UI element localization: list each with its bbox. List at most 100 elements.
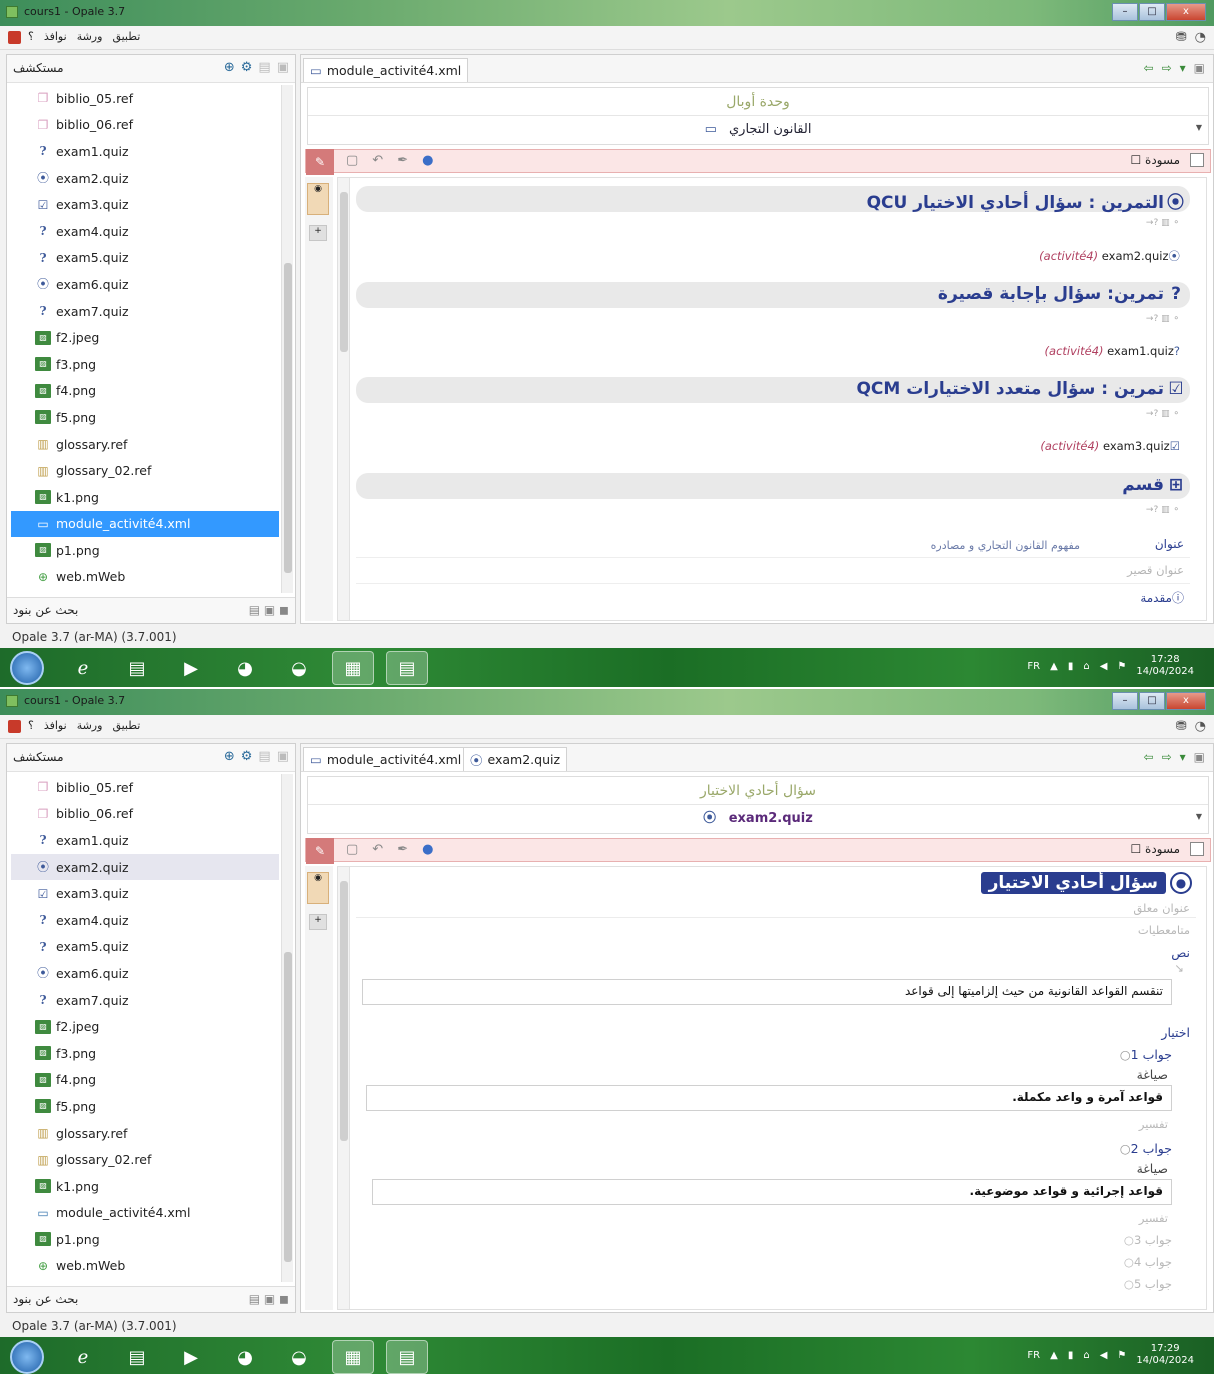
preview-icon[interactable]: ◉ <box>307 872 329 904</box>
word-icon[interactable]: ▤ <box>386 651 428 685</box>
panel-toggle-icon[interactable] <box>1190 842 1204 856</box>
network-icon[interactable]: ⌂ <box>1083 1350 1089 1361</box>
draft-checkbox[interactable]: ☐ مسودة <box>1130 153 1180 167</box>
forward-icon[interactable]: ⇨ <box>1162 61 1172 75</box>
file-item[interactable]: ▨ f3.png <box>11 1040 279 1067</box>
file-item[interactable]: ▥ glossary.ref <box>11 431 279 458</box>
file-item[interactable]: ⊕ web.mWeb <box>11 564 279 591</box>
breadcrumb-dropdown-icon[interactable]: ▼ <box>1196 123 1202 132</box>
answer-1-input[interactable]: قواعد آمرة و واعد مكملة. <box>366 1085 1172 1111</box>
content-scrollbar[interactable] <box>338 178 350 620</box>
question-text-input[interactable]: تنقسم القواعد القانونية من حيث إلزاميتها… <box>362 979 1172 1005</box>
file-item[interactable]: ▭ module_activité4.xml <box>11 1200 279 1227</box>
menu-windows[interactable]: نوافذ <box>44 30 67 43</box>
maximize-button[interactable]: □ <box>1139 692 1165 710</box>
scroll-thumb[interactable] <box>284 263 292 573</box>
breadcrumb-item[interactable]: ▭ القانون التجاري <box>308 116 1208 144</box>
volume-icon[interactable]: ◀ <box>1100 1350 1108 1361</box>
block-reference[interactable]: (activité4) exam1.quiz? <box>1045 344 1180 358</box>
explorer-scrollbar[interactable] <box>281 85 293 593</box>
maximize-button[interactable]: □ <box>1139 3 1165 21</box>
opale-icon[interactable]: ▦ <box>332 1340 374 1374</box>
settings-icon[interactable]: ⚙ <box>241 60 253 75</box>
forward-icon[interactable]: ⇨ <box>1162 750 1172 764</box>
file-item[interactable]: ▨ f3.png <box>11 351 279 378</box>
volume-icon[interactable]: ◀ <box>1100 661 1108 672</box>
file-item[interactable]: ▨ f5.png <box>11 404 279 431</box>
file-item[interactable]: ❐ biblio_05.ref <box>11 774 279 801</box>
exercise-block-header[interactable]: ?تمرين: سؤال بإجابة قصيرة <box>356 282 1190 308</box>
chrome-icon[interactable]: ◕ <box>224 651 266 685</box>
menu-app[interactable]: تطبيق <box>112 719 140 732</box>
close-button[interactable]: x <box>1166 3 1206 21</box>
file-item[interactable]: ▨ k1.png <box>11 1173 279 1200</box>
content-scrollbar[interactable] <box>338 867 350 1309</box>
file-item[interactable]: ⦿ exam2.quiz <box>11 165 279 192</box>
media-icon[interactable]: ▶ <box>170 651 212 685</box>
radio-empty-icon[interactable]: ○ <box>1124 1255 1134 1269</box>
menu-app[interactable]: تطبيق <box>112 30 140 43</box>
status-circle-icon[interactable]: ● <box>422 842 433 857</box>
scroll-thumb[interactable] <box>284 952 292 1262</box>
add-block-icon[interactable]: + <box>309 914 327 930</box>
edit-mode-icon[interactable]: ✎ <box>306 149 334 175</box>
breadcrumb-item[interactable]: ⦿ exam2.quiz <box>308 805 1208 833</box>
collapse-icon[interactable]: ▤ <box>258 749 270 764</box>
file-item[interactable]: ▨ k1.png <box>11 484 279 511</box>
quiz-title[interactable]: سؤال أحادي الاختيار <box>980 872 1166 894</box>
back-icon[interactable]: ⇦ <box>1144 61 1154 75</box>
firefox-icon[interactable]: ◒ <box>278 651 320 685</box>
content-scroll-thumb[interactable] <box>340 881 348 1141</box>
collapse-icon[interactable]: ▤ <box>258 60 270 75</box>
answer-1-explain[interactable]: تفسير <box>1139 1117 1168 1131</box>
status-circle-icon[interactable]: ● <box>422 153 433 168</box>
metadata-field[interactable]: متامعطيات <box>1138 923 1190 937</box>
maximize-editor-icon[interactable]: ▣ <box>1194 61 1205 75</box>
file-item[interactable]: ? exam1.quiz <box>11 827 279 854</box>
draft-checkbox[interactable]: ☐ مسودة <box>1130 842 1180 856</box>
pen-icon[interactable]: ✒ <box>397 153 408 168</box>
tray-expand-icon[interactable]: ▲ <box>1050 1350 1058 1361</box>
help-circle-icon[interactable]: ◔ <box>1195 30 1206 45</box>
file-item[interactable]: ? exam5.quiz <box>11 934 279 961</box>
file-item[interactable]: ? exam7.quiz <box>11 298 279 325</box>
file-item[interactable]: ❐ biblio_06.ref <box>11 801 279 828</box>
text-expand-icon[interactable]: ↘ <box>1174 961 1184 975</box>
start-button[interactable] <box>10 1340 44 1374</box>
file-item[interactable]: ⊕ web.mWeb <box>11 1253 279 1280</box>
start-button[interactable] <box>10 651 44 685</box>
tab-exam2[interactable]: ⦿ exam2.quiz <box>463 747 568 771</box>
maximize-editor-icon[interactable]: ▣ <box>1194 750 1205 764</box>
file-item[interactable]: ❐ biblio_05.ref <box>11 85 279 112</box>
publish-icon[interactable]: ⛃ <box>1176 719 1187 734</box>
block-meta-icon[interactable]: ⚬ ▥ ?→ <box>1146 505 1180 515</box>
file-item[interactable]: ? exam4.quiz <box>11 907 279 934</box>
file-item[interactable]: ▥ glossary_02.ref <box>11 457 279 484</box>
tab-module[interactable]: ▭ module_activité4.xml <box>303 58 469 82</box>
file-item[interactable]: ⦿ exam6.quiz <box>11 960 279 987</box>
breadcrumb-dropdown-icon[interactable]: ▼ <box>1196 812 1202 821</box>
file-item[interactable]: ? exam4.quiz <box>11 218 279 245</box>
help-circle-icon[interactable]: ◔ <box>1195 719 1206 734</box>
maximize-panel-icon[interactable]: ▣ <box>277 60 289 75</box>
search-tools-icon[interactable]: ▤ ▣ ◼ <box>249 1292 289 1306</box>
opale-icon[interactable]: ▦ <box>332 651 374 685</box>
add-item-icon[interactable]: ⊕ <box>224 60 235 75</box>
folder-icon[interactable]: ▤ <box>116 651 158 685</box>
comment-title-field[interactable]: عنوان معلق <box>1133 901 1190 915</box>
search-items-bar[interactable]: بحث عن بنود ▤ ▣ ◼ <box>7 597 295 623</box>
file-item[interactable]: ▨ f2.jpeg <box>11 324 279 351</box>
file-item[interactable]: ▨ f4.png <box>11 1067 279 1094</box>
back-icon[interactable]: ⇦ <box>1144 750 1154 764</box>
block-meta-icon[interactable]: ⚬ ▥ ?→ <box>1146 409 1180 419</box>
pen-icon[interactable]: ✒ <box>397 842 408 857</box>
file-item-selected[interactable]: ▭ module_activité4.xml <box>11 510 279 538</box>
menu-help[interactable]: ؟ <box>28 30 34 43</box>
block-reference[interactable]: (activité4) exam2.quiz⦿ <box>1039 248 1180 264</box>
ie-icon[interactable]: ℯ <box>62 651 104 685</box>
block-meta-icon[interactable]: ⚬ ▥ ?→ <box>1146 314 1180 324</box>
file-item[interactable]: ☑ exam3.quiz <box>11 880 279 907</box>
radio-empty-icon[interactable]: ○ <box>1120 1141 1131 1156</box>
answer-2-explain[interactable]: تفسير <box>1139 1211 1168 1225</box>
publish-icon[interactable]: ⛃ <box>1176 30 1187 45</box>
